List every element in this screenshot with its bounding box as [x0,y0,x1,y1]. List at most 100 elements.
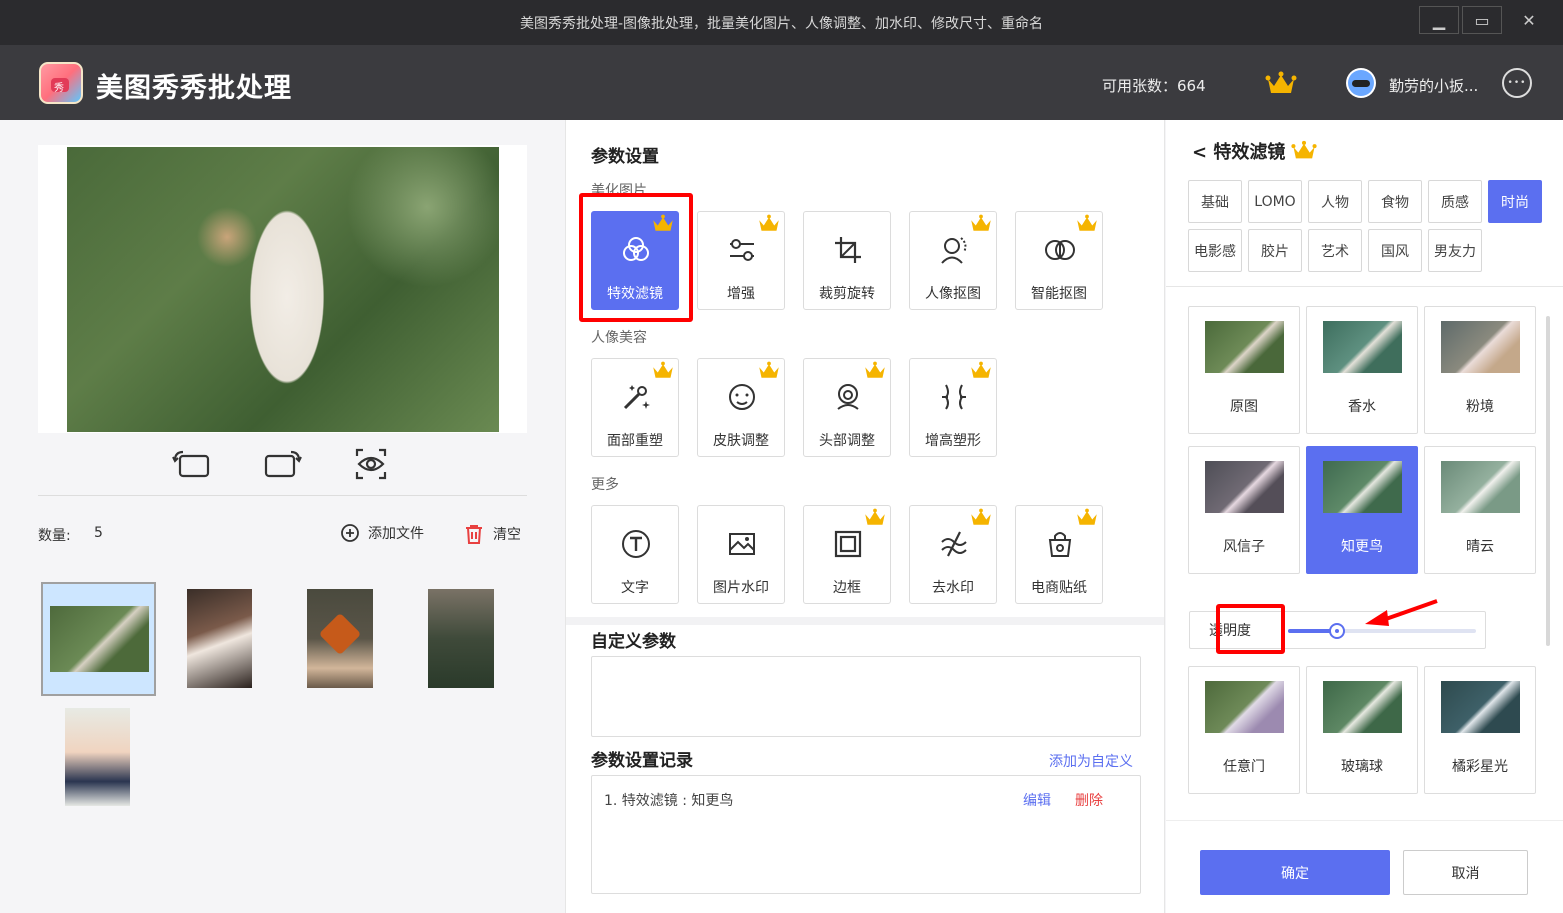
clear-button[interactable]: 清空 [463,523,521,545]
sliders-icon [730,239,754,261]
tool-label: 电商贴纸 [1031,580,1087,596]
portrait-cutout-icon [941,237,967,264]
more-menu-button[interactable]: ••• [1502,68,1532,98]
opacity-slider[interactable] [1288,623,1476,639]
category-fashion[interactable]: 时尚 [1488,180,1542,223]
category-people[interactable]: 人物 [1308,180,1362,223]
filter-perfume[interactable]: 香水 [1306,306,1418,434]
custom-params-box [591,656,1141,737]
trash-icon [466,525,482,544]
category-basic[interactable]: 基础 [1188,180,1242,223]
record-list: 1. 特效滤镜 : 知更鸟 编辑 删除 [591,775,1141,894]
filter-hyacinth[interactable]: 风信子 [1188,446,1300,574]
category-lomo[interactable]: LOMO [1248,180,1302,223]
quota: 可用张数：664 [1102,75,1206,96]
opacity-slider-thumb[interactable] [1329,623,1345,639]
filter-panel: < 特效滤镜 基础 LOMO 人物 食物 质感 时尚 电影感 胶片 艺术 国风 … [1166,120,1563,913]
thumbnail-1[interactable] [41,582,156,696]
filter-glass-ball[interactable]: 玻璃球 [1306,666,1418,794]
tool-skin-adjust[interactable]: 皮肤调整 [697,358,785,457]
category-cinematic[interactable]: 电影感 [1188,229,1242,272]
tool-crop-rotate[interactable]: 裁剪旋转 [803,211,891,310]
filter-back-button[interactable]: < 特效滤镜 [1192,138,1317,164]
tool-body-shape[interactable]: 增高塑形 [909,358,997,457]
preview-eye-icon[interactable] [351,444,391,484]
filter-preview [1323,681,1402,733]
tool-portrait-cutout[interactable]: 人像抠图 [909,211,997,310]
filter-preview [1441,321,1520,373]
tool-label: 边框 [833,580,861,596]
custom-params-title: 自定义参数 [591,632,676,652]
record-delete-link[interactable]: 删除 [1075,790,1103,810]
filter-preview [1323,321,1402,373]
rotate-right-icon[interactable] [263,444,303,484]
filter-preview [1441,461,1520,513]
highlight-box-opacity [1216,604,1285,654]
shopping-bag-icon [1048,532,1072,557]
filter-orange-starlight[interactable]: 橘彩星光 [1424,666,1536,794]
thumbnail-2[interactable] [187,589,252,688]
count-label: 数量: [38,528,71,544]
more-icon: ••• [1507,78,1527,88]
thumbnail-3[interactable] [307,589,373,688]
maximize-button[interactable]: ▭ [1462,6,1502,34]
filter-anywhere-door[interactable]: 任意门 [1188,666,1300,794]
tool-smart-cutout[interactable]: 智能抠图 [1015,211,1103,310]
username[interactable]: 勤劳的小扳... [1389,75,1478,96]
window-title: 美图秀秀批处理-图像批处理，批量美化图片、人像调整、加水印、修改尺寸、重命名 [519,16,1044,32]
crown-icon [1077,508,1097,525]
category-texture[interactable]: 质感 [1428,180,1482,223]
thumbnail-image [50,606,149,672]
tool-border[interactable]: 边框 [803,505,891,604]
category-film[interactable]: 胶片 [1248,229,1302,272]
filter-scrollbar[interactable] [1546,316,1550,646]
filter-robin[interactable]: 知更鸟 [1306,446,1418,574]
add-custom-link[interactable]: 添加为自定义 [1049,751,1133,771]
tool-text[interactable]: 文字 [591,505,679,604]
category-food[interactable]: 食物 [1368,180,1422,223]
cancel-button[interactable]: 取消 [1403,850,1528,895]
tool-face-reshape[interactable]: 面部重塑 [591,358,679,457]
tool-label: 智能抠图 [1031,286,1087,302]
rotate-left-icon[interactable] [171,444,211,484]
crown-icon [653,361,673,378]
close-icon: ✕ [1522,10,1536,30]
confirm-button[interactable]: 确定 [1200,850,1390,895]
filter-label: 粉境 [1466,399,1494,415]
category-chinese-style[interactable]: 国风 [1368,229,1422,272]
filter-original[interactable]: 原图 [1188,306,1300,434]
body-shape-icon [942,384,966,410]
filter-pink-realm[interactable]: 粉境 [1424,306,1536,434]
tool-label: 增强 [727,286,755,302]
divider [1166,286,1563,287]
tool-label: 皮肤调整 [713,433,769,449]
tool-ecommerce-sticker[interactable]: 电商贴纸 [1015,505,1103,604]
record-title: 参数设置记录 [591,751,693,771]
thumbnail-4[interactable] [428,589,494,688]
category-art[interactable]: 艺术 [1308,229,1362,272]
add-files-label: 添加文件 [368,526,424,542]
category-boyfriend[interactable]: 男友力 [1428,229,1482,272]
head-icon [837,384,859,410]
minimize-icon: ▁ [1432,10,1446,30]
add-files-button[interactable]: 添加文件 [340,523,424,543]
filter-label: 玻璃球 [1341,759,1383,775]
filter-clear-cloud[interactable]: 晴云 [1424,446,1536,574]
app-name: 美图秀秀批处理 [96,73,292,104]
face-icon [729,384,755,410]
tool-enhance[interactable]: 增强 [697,211,785,310]
filter-panel-title: < 特效滤镜 [1192,142,1286,163]
thumbnail-5[interactable] [65,708,130,806]
record-edit-link[interactable]: 编辑 [1023,790,1051,810]
tool-head-adjust[interactable]: 头部调整 [803,358,891,457]
tool-image-watermark[interactable]: 图片水印 [697,505,785,604]
close-button[interactable]: ✕ [1509,6,1549,34]
crown-icon [1077,214,1097,231]
tool-label: 面部重塑 [607,433,663,449]
user-avatar[interactable] [1346,68,1376,98]
vip-crown-icon[interactable] [1265,71,1297,97]
minimize-button[interactable]: ▁ [1419,6,1459,34]
crown-icon [971,361,991,378]
tool-remove-watermark[interactable]: 去水印 [909,505,997,604]
filter-preview [1205,321,1284,373]
